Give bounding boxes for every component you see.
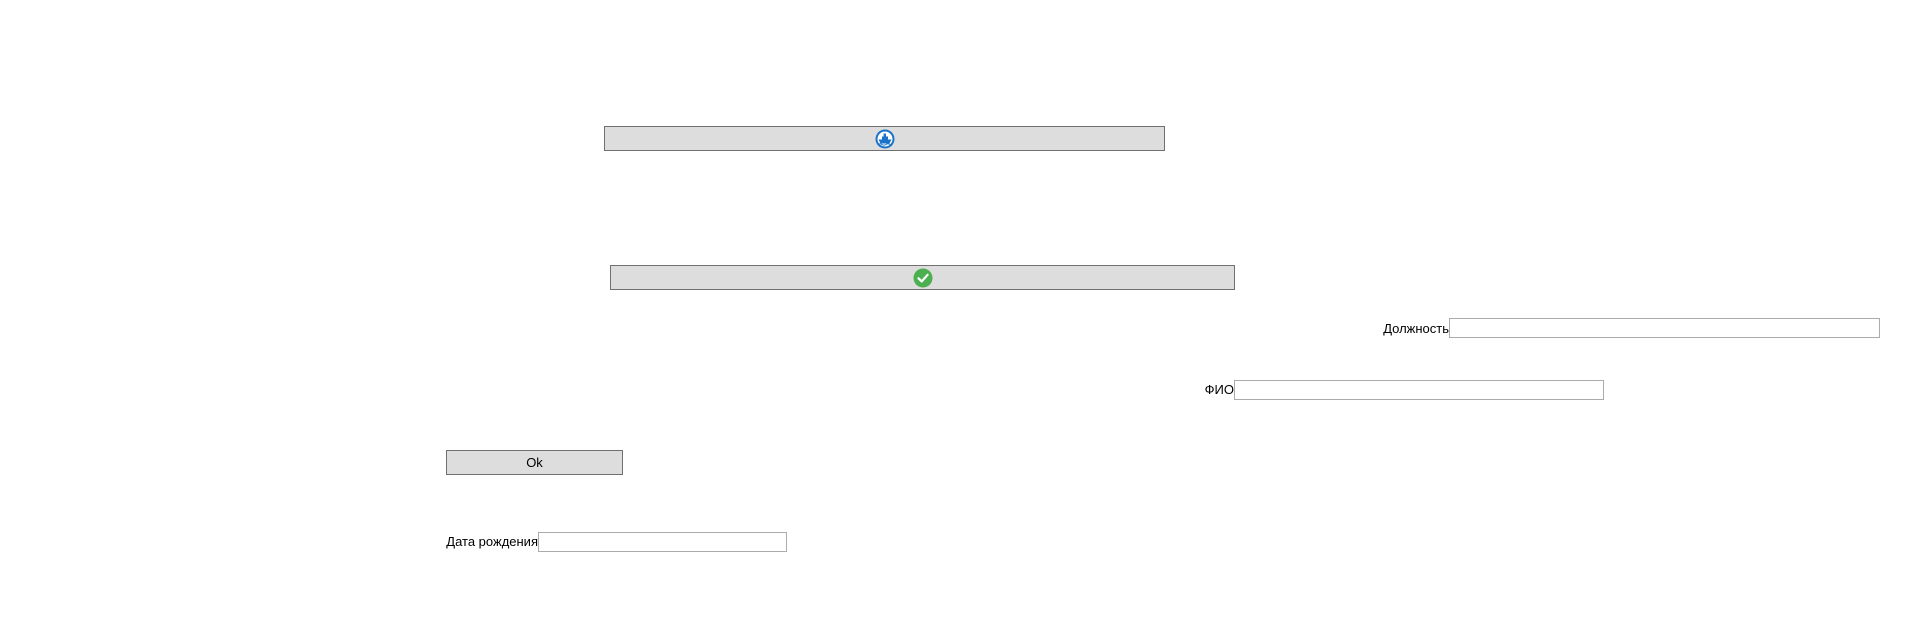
fio-input[interactable] — [1234, 380, 1604, 400]
birth-date-label: Дата рождения — [446, 534, 538, 549]
check-icon-button[interactable] — [610, 265, 1235, 290]
ship-icon-button[interactable] — [604, 126, 1165, 151]
ok-button-label: Ok — [526, 455, 543, 470]
birth-date-input[interactable] — [538, 532, 787, 552]
ship-icon — [875, 129, 895, 149]
form-canvas: Должность ФИО Ok Дата рождения — [0, 0, 1923, 618]
fio-label: ФИО — [1204, 382, 1234, 397]
position-label: Должность — [1383, 321, 1449, 336]
position-input[interactable] — [1449, 318, 1880, 338]
check-circle-icon — [913, 268, 933, 288]
ok-button[interactable]: Ok — [446, 450, 623, 475]
